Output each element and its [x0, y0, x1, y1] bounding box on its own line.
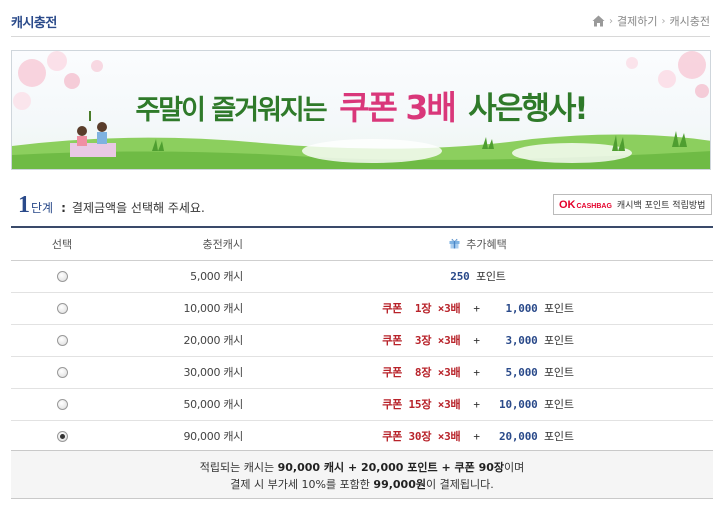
table-row[interactable]: 20,000 캐시 쿠폰 3장 ×3배 + 3,000 포인트 — [11, 324, 713, 357]
banner-text-weekend: 주말이 — [135, 95, 206, 126]
points-label: 포인트 — [537, 302, 574, 315]
summary-total: 90,000 캐시 + 20,000 포인트 + 쿠폰 90장 — [277, 461, 504, 474]
coupon-value: 쿠폰 3장 ×3배 — [382, 334, 461, 347]
charge-amount: 50,000 캐시 — [113, 388, 243, 421]
table-row[interactable]: 90,000 캐시 쿠폰 30장 ×3배 + 20,000 포인트 — [11, 420, 713, 453]
banner-text-fun: 즐거워지는 — [204, 95, 327, 126]
charge-amount: 20,000 캐시 — [113, 324, 243, 357]
gift-icon — [449, 238, 460, 249]
radio-option[interactable] — [56, 335, 68, 346]
radio-option[interactable] — [56, 303, 68, 314]
table-header-row: 선택 충전캐시 추가혜택 — [11, 226, 713, 261]
charge-table: 선택 충전캐시 추가혜택 5,000 캐시 250 포인트 10,000 캐시 … — [11, 226, 713, 453]
summary-line-2: 결제 시 부가세 10%를 포함한 99,000원이 결제됩니다. — [11, 476, 713, 493]
step-colon: : — [61, 201, 66, 215]
header-benefit-label: 추가혜택 — [466, 237, 507, 251]
step-heading: 1 단계 : 결제금액을 선택해 주세요. — [18, 193, 205, 217]
home-icon[interactable] — [592, 15, 605, 27]
ok-cashbag-logo: OK CASHBAG — [559, 199, 612, 211]
points-label: 포인트 — [537, 430, 574, 443]
coupon-value: 쿠폰 8장 ×3배 — [382, 366, 461, 379]
summary-text: 결제 시 부가세 10%를 포함한 — [230, 478, 374, 491]
step-word: 단계 — [31, 201, 54, 215]
ok-cashbag-logo-cashbag: CASHBAG — [576, 202, 612, 210]
plus-sign: + — [460, 430, 500, 443]
summary-box: 적립되는 캐시는 90,000 캐시 + 20,000 포인트 + 쿠폰 90장… — [11, 450, 713, 499]
chevron-right-icon: › — [609, 15, 614, 27]
radio-option[interactable] — [56, 367, 68, 378]
charge-amount: 30,000 캐시 — [113, 356, 243, 389]
points-value: 250 — [450, 270, 470, 283]
ok-cashbag-label: 캐시백 포인트 적립방법 — [616, 201, 706, 211]
plus-sign: + — [460, 302, 500, 315]
plus-sign: + — [460, 398, 500, 411]
points-label: 포인트 — [537, 334, 574, 347]
table-row[interactable]: 50,000 캐시 쿠폰 15장 ×3배 + 10,000 포인트 — [11, 388, 713, 421]
title-divider — [11, 36, 710, 37]
points-label: 포인트 — [537, 398, 574, 411]
table-row[interactable]: 10,000 캐시 쿠폰 1장 ×3배 + 1,000 포인트 — [11, 292, 713, 325]
plus-sign: + — [460, 334, 500, 347]
points-value: 3,000 — [499, 334, 538, 347]
banner-headline: 주말이 즐거워지는 쿠폰 3배 사은행사! — [12, 81, 710, 129]
header-amount: 충전캐시 — [113, 226, 243, 261]
breadcrumb: › 결제하기 › 캐시충전 — [592, 13, 710, 29]
banner-text-coupon: 쿠폰 3배 — [339, 88, 457, 127]
promo-banner[interactable]: 주말이 즐거워지는 쿠폰 3배 사은행사! — [11, 50, 711, 170]
points-label: 포인트 — [469, 270, 506, 283]
banner-text-event: 사은행사! — [468, 91, 588, 127]
summary-line-1: 적립되는 캐시는 90,000 캐시 + 20,000 포인트 + 쿠폰 90장… — [11, 459, 713, 476]
charge-amount: 10,000 캐시 — [113, 292, 243, 325]
charge-amount: 90,000 캐시 — [113, 420, 243, 453]
points-label: 포인트 — [537, 366, 574, 379]
header-select: 선택 — [11, 226, 113, 261]
summary-text: 이 결제됩니다. — [426, 478, 494, 491]
points-value: 1,000 — [499, 302, 538, 315]
charge-amount: 5,000 캐시 — [113, 260, 243, 293]
radio-option-selected[interactable] — [56, 431, 68, 442]
breadcrumb-item-payment[interactable]: 결제하기 — [617, 13, 657, 29]
summary-text: 적립되는 캐시는 — [199, 461, 278, 474]
page-title: 캐시충전 — [11, 16, 57, 31]
table-row[interactable]: 30,000 캐시 쿠폰 8장 ×3배 + 5,000 포인트 — [11, 356, 713, 389]
coupon-value: 쿠폰 15장 ×3배 — [382, 398, 461, 411]
radio-option[interactable] — [56, 271, 68, 282]
step-number: 1 — [18, 192, 30, 218]
points-value: 10,000 — [499, 398, 538, 411]
points-value: 20,000 — [499, 430, 538, 443]
coupon-value: 쿠폰 1장 ×3배 — [382, 302, 461, 315]
chevron-right-icon: › — [661, 15, 666, 27]
summary-text: 이며 — [504, 461, 525, 474]
points-value: 5,000 — [499, 366, 538, 379]
header-benefit: 추가혜택 — [243, 226, 713, 261]
radio-option[interactable] — [56, 399, 68, 410]
coupon-value: 쿠폰 30장 ×3배 — [382, 430, 461, 443]
step-description: 결제금액을 선택해 주세요. — [71, 201, 205, 215]
plus-sign: + — [460, 366, 500, 379]
summary-price: 99,000원 — [373, 478, 426, 491]
table-row[interactable]: 5,000 캐시 250 포인트 — [11, 260, 713, 293]
breadcrumb-item-cash-charge[interactable]: 캐시충전 — [670, 13, 710, 29]
ok-cashbag-logo-ok: OK — [559, 198, 576, 211]
ok-cashbag-button[interactable]: OK CASHBAG 캐시백 포인트 적립방법 — [553, 194, 712, 215]
